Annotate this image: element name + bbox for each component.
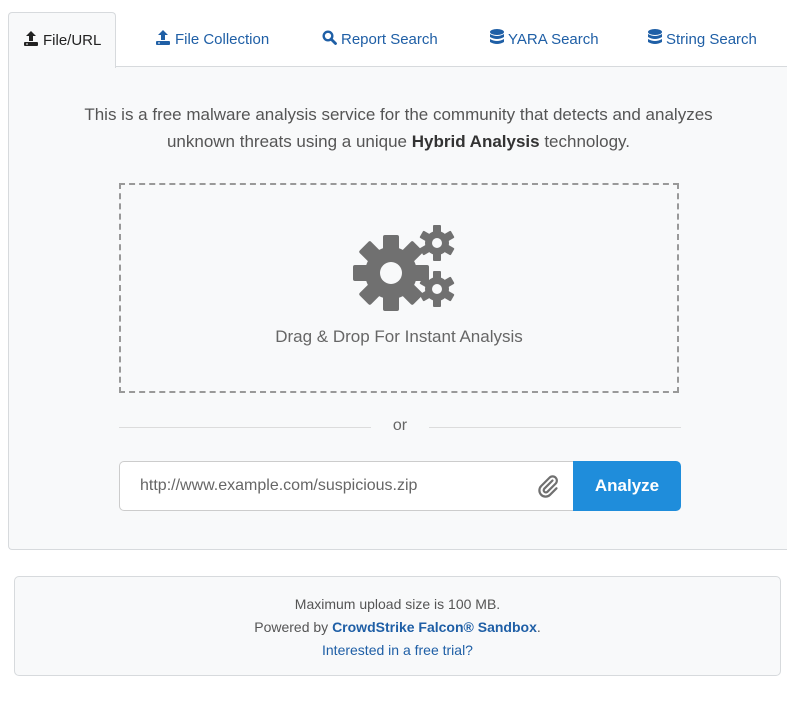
upload-info-box: Maximum upload size is 100 MB. Powered b…: [14, 576, 781, 676]
search-icon: [322, 29, 337, 49]
intro-line-1: This is a free malware analysis service …: [84, 105, 713, 124]
upload-size-text: Maximum upload size is 100 MB.: [294, 596, 501, 612]
powered-by-text: Powered by CrowdStrike Falcon® Sandbox.: [15, 616, 780, 639]
drop-zone-label: Drag & Drop For Instant Analysis: [275, 327, 523, 346]
tab-file-url[interactable]: File/URL: [8, 12, 117, 68]
intro-line-2: unknown threats using a unique Hybrid An…: [9, 128, 787, 155]
tab-report-search[interactable]: Report Search: [322, 12, 438, 66]
analyze-button[interactable]: Analyze: [573, 461, 681, 511]
upload-icon: [23, 31, 39, 50]
powered-by-prefix: Powered by: [254, 619, 333, 635]
intro-line-2-pre: unknown threats using a unique: [166, 132, 412, 151]
drop-zone[interactable]: Drag & Drop For Instant Analysis: [119, 183, 679, 393]
url-input-group: [119, 461, 573, 511]
intro-text: This is a free malware analysis service …: [9, 101, 787, 155]
divider-line-right: [429, 427, 681, 428]
tab-label: Report Search: [341, 30, 438, 48]
crowdstrike-link[interactable]: CrowdStrike Falcon® Sandbox: [332, 619, 537, 635]
free-trial-link[interactable]: Interested in a free trial?: [322, 642, 473, 658]
tab-string-search[interactable]: String Search: [648, 12, 757, 66]
database-icon: [490, 29, 504, 49]
upload-icon: [155, 29, 171, 49]
gears-icon: [345, 221, 457, 313]
tab-label: File Collection: [175, 30, 270, 48]
intro-line-2-post: technology.: [539, 132, 631, 151]
tab-bar: File/URL File Collection Report Search Y…: [8, 12, 787, 68]
tab-label: String Search: [666, 30, 757, 48]
url-input[interactable]: [120, 462, 520, 510]
tab-yara-search[interactable]: YARA Search: [490, 12, 599, 66]
or-divider: or: [119, 417, 681, 437]
database-icon: [648, 29, 662, 49]
or-text: or: [392, 417, 408, 434]
hybrid-analysis-text: Hybrid Analysis: [411, 132, 540, 151]
tab-label: YARA Search: [508, 30, 599, 48]
tab-label: File/URL: [43, 32, 102, 49]
paperclip-icon[interactable]: [536, 474, 560, 498]
powered-by-suffix: .: [536, 619, 541, 635]
tab-file-collection[interactable]: File Collection: [155, 12, 269, 66]
upload-panel: This is a free malware analysis service …: [8, 66, 787, 550]
